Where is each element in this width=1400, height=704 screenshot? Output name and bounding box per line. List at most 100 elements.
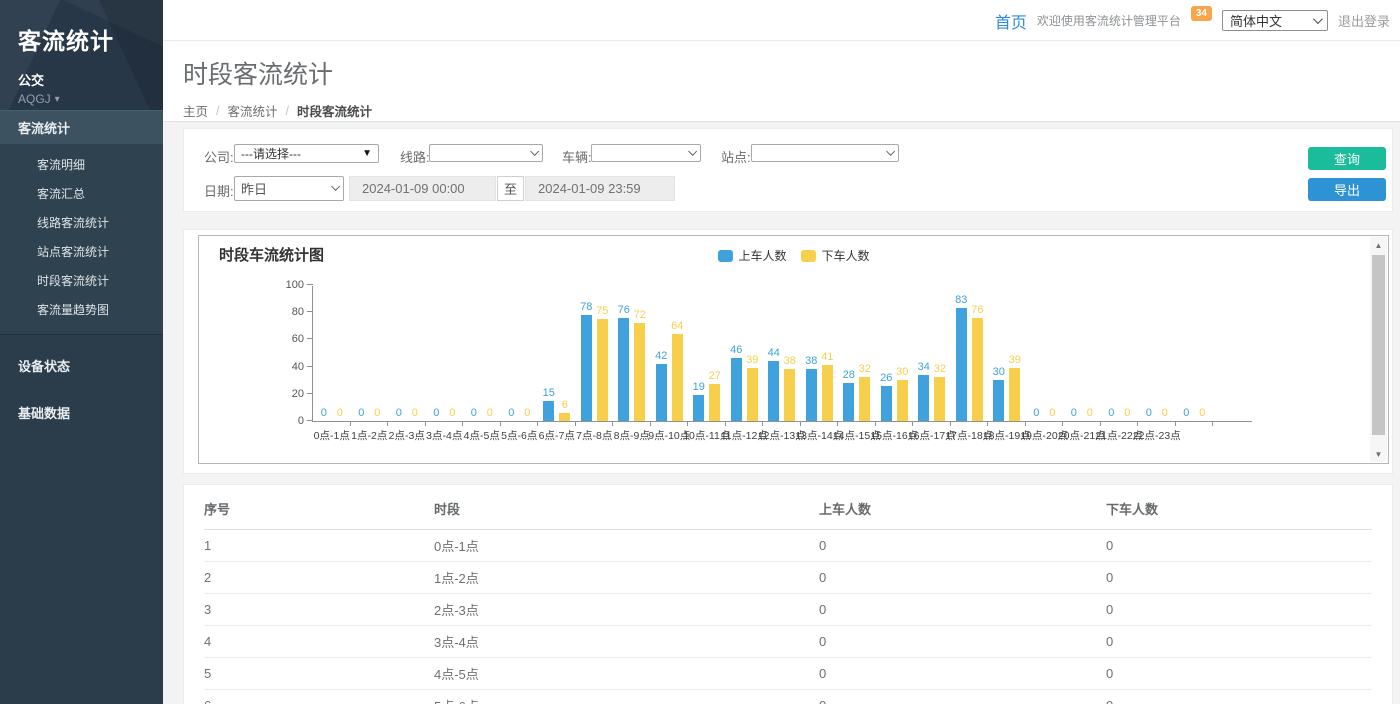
table-cell: 0 [1106, 594, 1372, 626]
page-title: 时段客流统计 [183, 55, 1400, 91]
chart-vertical-scrollbar[interactable]: ▲ ▼ [1370, 237, 1387, 462]
scrollbar-down-arrow-icon[interactable]: ▼ [1370, 446, 1387, 462]
sidebar-item-passenger-summary[interactable]: 客流汇总 [0, 179, 163, 208]
x-axis-label: 22点-23点 [1133, 428, 1181, 443]
chart-box: 时段车流统计图 上车人数 下车人数 020406080100000点-1点001… [198, 235, 1389, 464]
bar-alighting: 39 [747, 368, 758, 421]
bar-boarding: 30 [993, 380, 1004, 421]
bar-alighting: 27 [709, 384, 720, 421]
sidebar-item-passenger-stats[interactable]: 客流统计 [0, 110, 163, 144]
bar-value-label: 28 [843, 370, 855, 381]
chart-category-group: 002点-3点 [388, 286, 426, 421]
chart-category-group: 192710点-11点 [688, 286, 726, 421]
table-cell: 1点-2点 [434, 562, 819, 594]
legend-swatch-alighting [801, 250, 816, 262]
sidebar-item-period-stats[interactable]: 时段客流统计 [0, 266, 163, 295]
chevron-down-icon [530, 146, 539, 155]
chevron-down-icon [886, 146, 895, 155]
period-stats-table: 序号时段上车人数下车人数 10点-1点0021点-2点0032点-3点0043点… [204, 485, 1372, 704]
bar-value-label: 76 [971, 305, 983, 316]
date-to-input[interactable]: 2024-01-09 23:59 [525, 176, 675, 201]
bar [1009, 368, 1020, 421]
bar-value-label: 0 [1162, 408, 1168, 419]
table-cell: 3点-4点 [434, 626, 819, 658]
table-row: 43点-4点00 [204, 626, 1372, 658]
y-axis-label: 40 [274, 361, 304, 373]
table-cell: 0 [819, 690, 1106, 704]
bar [993, 380, 1004, 421]
breadcrumb-separator: / [286, 104, 289, 118]
sidebar-item-base-data[interactable]: 基础数据 [0, 396, 163, 429]
bar [934, 377, 945, 421]
date-from-input[interactable]: 2024-01-09 00:00 [349, 176, 496, 201]
page-content: 公司: ---请选择--- ▼ 线路: 车辆: 站点: [163, 122, 1400, 704]
bar-value-label: 0 [524, 408, 530, 419]
bar-boarding: 44 [768, 361, 779, 421]
sidebar-item-flow-trend[interactable]: 客流量趋势图 [0, 295, 163, 324]
bar [693, 395, 704, 421]
table-cell: 5点-6点 [434, 690, 819, 704]
company-select[interactable]: ---请选择--- ▼ [234, 144, 379, 163]
export-button[interactable]: 导出 [1308, 178, 1386, 201]
table-cell: 0 [1106, 562, 1372, 594]
bar-value-label: 0 [1146, 408, 1152, 419]
bar [597, 319, 608, 421]
bar [634, 323, 645, 421]
caret-down-icon: ▾ [55, 94, 60, 105]
bar-alighting: 41 [822, 365, 833, 421]
legend-item-boarding[interactable]: 上车人数 [717, 247, 786, 264]
chart-category-group: 003点-4点 [426, 286, 464, 421]
chart-category-group: 001点-2点 [351, 286, 389, 421]
line-select[interactable] [429, 144, 543, 162]
x-axis-label: 0点-1点 [314, 428, 350, 443]
table-cell: 0 [1106, 658, 1372, 690]
y-axis-label: 20 [274, 388, 304, 400]
bar [972, 318, 983, 421]
bar-boarding: 26 [881, 386, 892, 421]
bar-alighting: 6 [559, 413, 570, 421]
table-row: 32点-3点00 [204, 594, 1372, 626]
sidebar-item-passenger-detail[interactable]: 客流明细 [0, 150, 163, 179]
chevron-down-icon [331, 182, 340, 191]
scrollbar-up-arrow-icon[interactable]: ▲ [1370, 237, 1387, 253]
scrollbar-thumb[interactable] [1372, 255, 1385, 435]
sidebar-item-device-status[interactable]: 设备状态 [0, 349, 163, 382]
breadcrumb-home[interactable]: 主页 [183, 101, 208, 120]
legend-item-alighting[interactable]: 下车人数 [801, 247, 870, 264]
logout-link[interactable]: 退出登录 [1338, 11, 1390, 30]
table-cell: 0 [819, 562, 1106, 594]
bar-value-label: 0 [433, 408, 439, 419]
legend-label-alighting: 下车人数 [822, 247, 870, 264]
sidebar-nav: 客流统计 客流明细 客流汇总 线路客流统计 站点客流统计 时段客流统计 客流量趋… [0, 110, 163, 429]
bar-boarding: 46 [731, 358, 742, 421]
language-select[interactable]: 简体中文 [1222, 10, 1328, 31]
home-link[interactable]: 首页 [995, 9, 1027, 33]
table-cell: 0点-1点 [434, 530, 819, 562]
sidebar-item-station-stats[interactable]: 站点客流统计 [0, 237, 163, 266]
breadcrumb-passenger-stats[interactable]: 客流统计 [228, 101, 278, 120]
bar-value-label: 0 [1071, 408, 1077, 419]
page-heading: 时段客流统计 主页 / 客流统计 / 时段客流统计 [163, 41, 1400, 122]
date-preset-select[interactable]: 昨日 [234, 176, 344, 201]
query-button[interactable]: 查询 [1308, 147, 1386, 170]
chart-category-group: 78757点-8点 [576, 286, 614, 421]
bar-value-label: 15 [543, 388, 555, 399]
table-header-cell: 下车人数 [1106, 485, 1372, 530]
table-header-cell: 时段 [434, 485, 819, 530]
bar-value-label: 64 [671, 321, 683, 332]
bar-value-label: 83 [955, 295, 967, 306]
org-code-dropdown[interactable]: AQGJ ▾ [18, 92, 163, 106]
notification-badge[interactable]: 34 [1191, 6, 1212, 21]
bar-value-label: 44 [768, 348, 780, 359]
bar-alighting: 30 [897, 380, 908, 421]
bar-boarding: 28 [843, 383, 854, 421]
chart-category-group: 76728点-9点 [613, 286, 651, 421]
vehicle-select[interactable] [591, 144, 701, 162]
station-select[interactable] [751, 144, 899, 162]
table-header-cell: 上车人数 [819, 485, 1106, 530]
table-cell: 6 [204, 690, 434, 704]
bar-alighting: 39 [1009, 368, 1020, 421]
sidebar-item-line-stats[interactable]: 线路客流统计 [0, 208, 163, 237]
chart-category-group: 004点-5点 [463, 286, 501, 421]
table-row: 65点-6点00 [204, 690, 1372, 704]
